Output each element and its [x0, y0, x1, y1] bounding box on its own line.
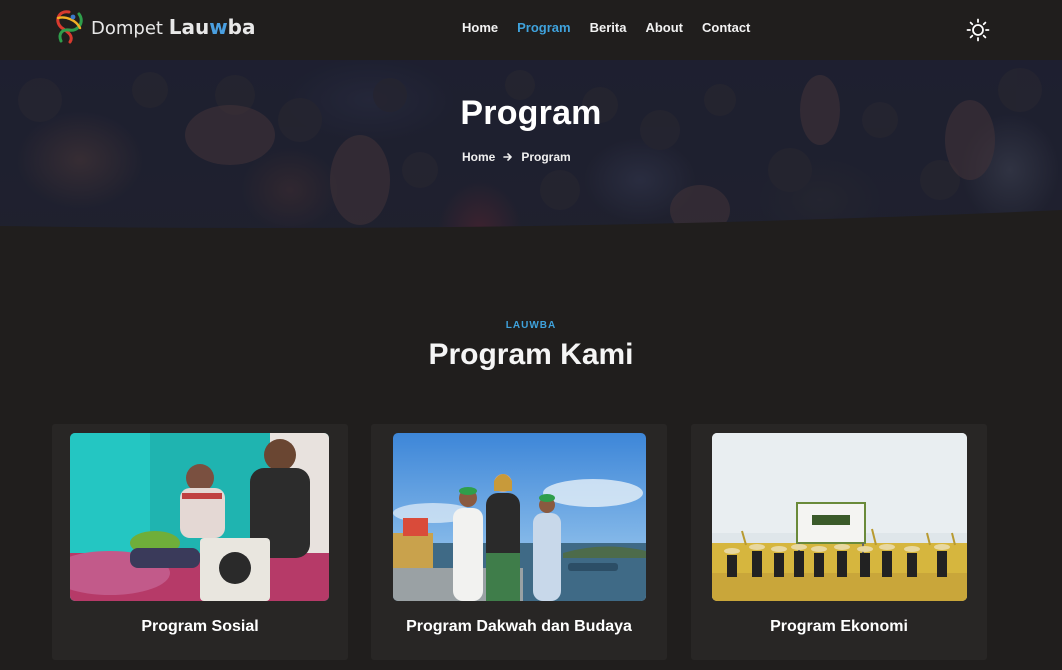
nav-contact[interactable]: Contact [702, 20, 750, 36]
hero-title: Program [460, 94, 602, 132]
program-card-title: Program Sosial [141, 618, 259, 635]
logo-link[interactable]: Dompet Lauwba [52, 8, 255, 46]
section-eyebrow: LAUWBA [505, 320, 557, 331]
nav-about[interactable]: About [645, 20, 683, 36]
breadcrumb: Home Program [462, 150, 571, 164]
main-nav: Home Program Berita About Contact [462, 20, 750, 36]
brand-second-part-accent: w [209, 15, 228, 39]
brand-first-word: Dompet [91, 18, 163, 39]
brand-second-part-c: ba [227, 15, 256, 39]
sun-icon [966, 18, 990, 42]
program-sosial-image [70, 433, 329, 601]
brand-second-part-a: Lau [168, 15, 210, 39]
brand-second-word: Lauwba [169, 15, 256, 39]
breadcrumb-current: Program [521, 150, 571, 164]
brand-name: Dompet Lauwba [91, 15, 255, 39]
program-card-ekonomi[interactable]: Program Ekonomi [691, 424, 987, 660]
logo-icon [56, 10, 83, 44]
program-ekonomi-image [712, 433, 967, 601]
section-title: Program Kami [428, 338, 634, 371]
nav-home[interactable]: Home [462, 20, 498, 36]
program-dakwah-image [393, 433, 646, 601]
theme-toggle-button[interactable] [966, 18, 990, 42]
arrow-right-icon [503, 153, 513, 161]
site-header: Dompet Lauwba Home Program Berita About … [0, 0, 1062, 60]
program-card-title: Program Dakwah dan Budaya [406, 618, 632, 635]
hero-banner: Program Home Program [0, 60, 1062, 240]
nav-program[interactable]: Program [517, 20, 570, 36]
program-card-title: Program Ekonomi [770, 618, 908, 635]
nav-berita[interactable]: Berita [590, 20, 627, 36]
program-card-dakwah-budaya[interactable]: Program Dakwah dan Budaya [371, 424, 667, 660]
program-card-sosial[interactable]: Program Sosial [52, 424, 348, 660]
breadcrumb-home[interactable]: Home [462, 150, 495, 164]
